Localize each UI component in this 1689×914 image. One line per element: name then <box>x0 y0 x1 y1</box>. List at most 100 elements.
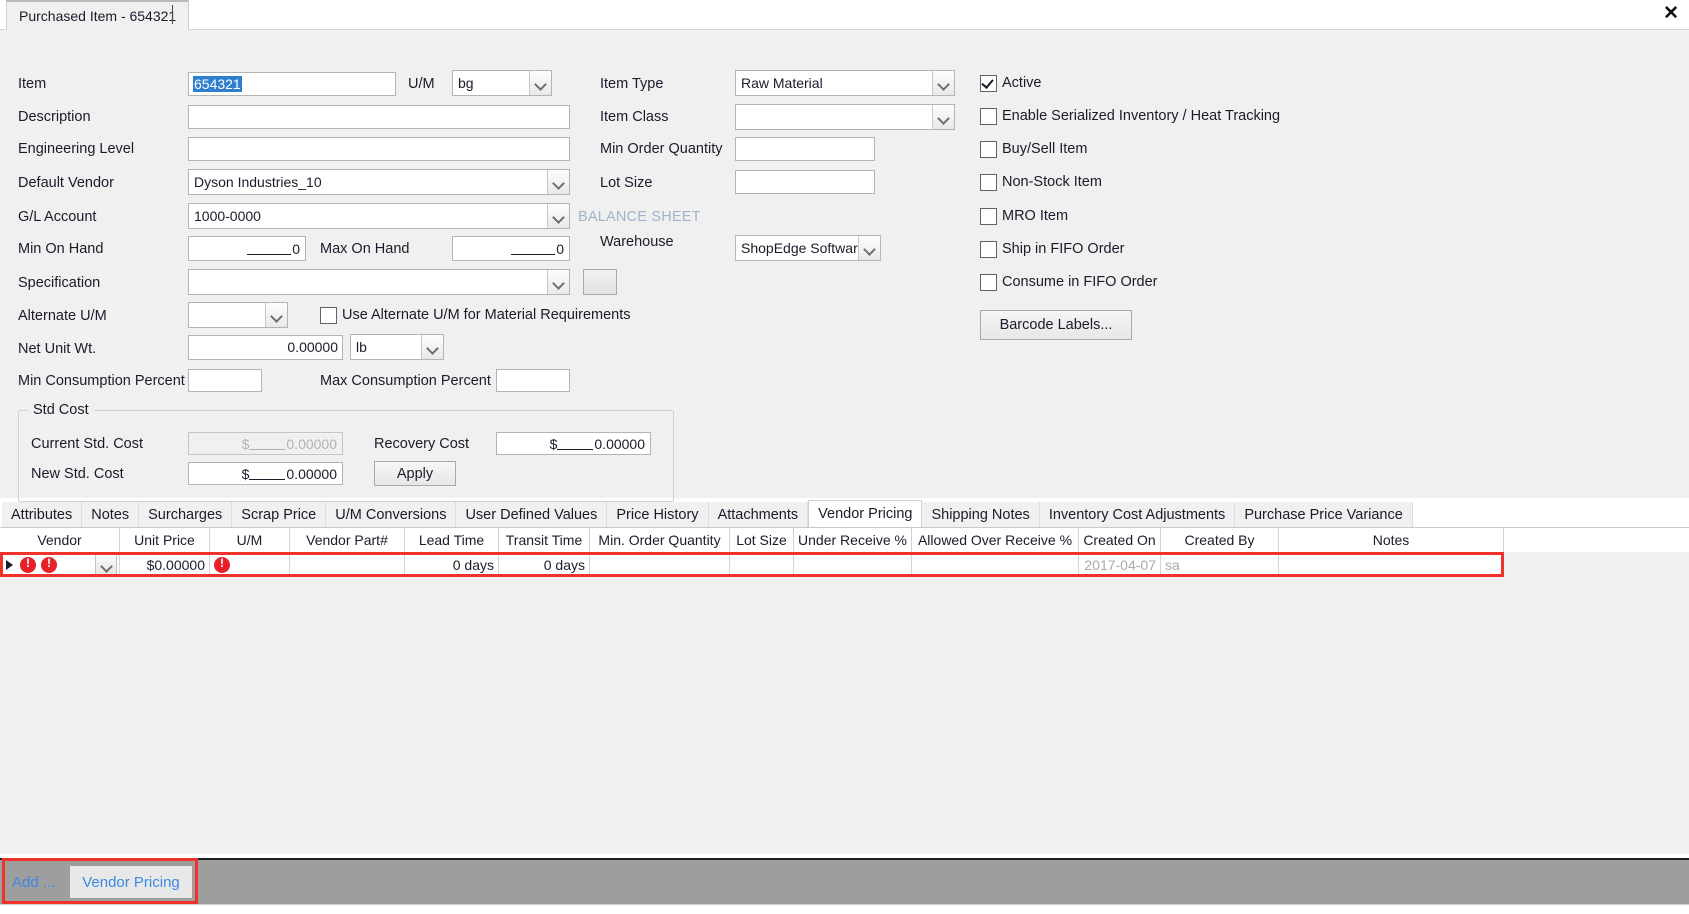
chevron-down-icon <box>932 105 954 129</box>
recovery-cost-input[interactable]: $ 0.00000 <box>496 432 651 455</box>
max-on-hand-input[interactable]: 0 <box>452 236 570 261</box>
default-vendor-select[interactable]: Dyson Industries_10 <box>188 169 570 195</box>
tab-um-conversions[interactable]: U/M Conversions <box>326 502 457 528</box>
new-std-cost-currency: $ <box>241 465 250 482</box>
col-header-created-on[interactable]: Created On <box>1079 528 1161 552</box>
cell-transit-time[interactable]: 0 days <box>499 552 590 577</box>
description-input[interactable] <box>188 105 570 129</box>
use-alternate-um-checkbox[interactable]: Use Alternate U/M for Material Requireme… <box>320 307 631 324</box>
col-header-min-order-quantity[interactable]: Min. Order Quantity <box>590 528 730 552</box>
tab-inventory-cost-adjustments[interactable]: Inventory Cost Adjustments <box>1039 502 1236 528</box>
col-header-lot-size[interactable]: Lot Size <box>730 528 794 552</box>
cell-vendor[interactable] <box>0 552 120 577</box>
checkbox-ship-in-fifo-order[interactable]: Ship in FIFO Order <box>980 241 1124 258</box>
alternate-um-select[interactable] <box>188 302 288 328</box>
footer-vendor-pricing-button[interactable]: Vendor Pricing <box>70 866 192 898</box>
net-unit-wt-input[interactable]: 0.00000 <box>188 335 343 360</box>
item-type-select[interactable]: Raw Material <box>735 70 955 96</box>
min-on-hand-input[interactable]: 0 <box>188 236 306 261</box>
warehouse-select[interactable]: ShopEdge Software <box>735 235 881 261</box>
lot-size-input[interactable] <box>735 170 875 194</box>
col-header-transit-time[interactable]: Transit Time <box>499 528 590 552</box>
cell-um[interactable] <box>210 552 290 577</box>
col-header-created-by[interactable]: Created By <box>1161 528 1279 552</box>
col-header-vendor[interactable]: Vendor <box>0 528 120 552</box>
item-class-select[interactable] <box>735 104 955 130</box>
cell-unit-price[interactable]: $0.00000 <box>120 552 210 577</box>
cell-min-order-quantity[interactable] <box>590 552 730 577</box>
cell-allowed-over-receive-pct[interactable] <box>912 552 1079 577</box>
min-consumption-percent-input[interactable] <box>188 369 262 392</box>
close-icon[interactable]: ✕ <box>1663 3 1679 25</box>
checkbox-non-stock-item[interactable]: Non-Stock Item <box>980 174 1102 191</box>
table-row[interactable]: $0.00000 0 days 0 days 2017-04-07 sa <box>0 552 1504 577</box>
label-min-on-hand: Min On Hand <box>18 241 104 257</box>
col-header-under-receive-pct[interactable]: Under Receive % <box>794 528 912 552</box>
vendor-dropdown-button[interactable] <box>95 553 117 576</box>
tab-price-history[interactable]: Price History <box>607 502 709 528</box>
specification-select[interactable] <box>188 269 570 295</box>
tab-surcharges[interactable]: Surcharges <box>139 502 233 528</box>
cell-lot-size[interactable] <box>730 552 794 577</box>
col-header-notes[interactable]: Notes <box>1279 528 1504 552</box>
chevron-down-icon <box>547 204 569 228</box>
document-tab-label: Purchased Item - 654321 <box>19 8 177 24</box>
tab-shipping-notes[interactable]: Shipping Notes <box>922 502 1040 528</box>
cell-created-on: 2017-04-07 <box>1079 552 1161 577</box>
checkbox-active[interactable]: Active <box>980 75 1042 92</box>
tab-attachments[interactable]: Attachments <box>708 502 809 528</box>
col-header-lead-time[interactable]: Lead Time <box>405 528 499 552</box>
tab-attributes[interactable]: Attributes <box>2 502 83 528</box>
grid-empty-area <box>0 577 1689 854</box>
new-std-cost-input[interactable]: $ 0.00000 <box>188 462 343 485</box>
checkbox-consume-in-fifo-order[interactable]: Consume in FIFO Order <box>980 274 1158 291</box>
tab-notes[interactable]: Notes <box>82 502 140 528</box>
specification-browse-button[interactable] <box>583 269 617 295</box>
checkbox-consume-in-fifo-order-label: Consume in FIFO Order <box>1002 274 1158 290</box>
document-tab[interactable]: Purchased Item - 654321 <box>6 0 190 30</box>
cell-notes[interactable] <box>1279 552 1504 577</box>
error-icon <box>20 556 36 573</box>
tab-vendor-pricing[interactable]: Vendor Pricing <box>808 500 923 528</box>
tab-attachments-label: Attachments <box>717 507 799 523</box>
net-unit-wt-um-select[interactable]: lb <box>350 334 444 360</box>
tab-purchase-price-variance[interactable]: Purchase Price Variance <box>1235 502 1413 528</box>
engineering-level-input[interactable] <box>188 137 570 161</box>
col-header-unit-price[interactable]: Unit Price <box>120 528 210 552</box>
new-std-cost-mask <box>249 467 286 480</box>
label-min-order-quantity: Min Order Quantity <box>600 141 723 157</box>
cell-under-receive-pct[interactable] <box>794 552 912 577</box>
add-link[interactable]: Add ... <box>12 874 55 891</box>
bottom-edge <box>0 904 1689 914</box>
tab-purchase-price-variance-label: Purchase Price Variance <box>1244 507 1403 523</box>
checkbox-enable-serialized-inventory[interactable]: Enable Serialized Inventory / Heat Track… <box>980 108 1280 125</box>
barcode-labels-button[interactable]: Barcode Labels... <box>980 310 1132 340</box>
apply-button[interactable]: Apply <box>374 461 456 486</box>
tab-surcharges-label: Surcharges <box>148 507 223 523</box>
checkbox-mro-item[interactable]: MRO Item <box>980 208 1068 225</box>
label-warehouse: Warehouse <box>600 234 674 250</box>
chevron-down-icon <box>547 170 569 194</box>
item-input[interactable]: 654321 <box>188 72 396 96</box>
max-consumption-percent-input[interactable] <box>496 369 570 392</box>
balance-sheet-label: BALANCE SHEET <box>578 209 701 225</box>
cell-lead-time[interactable]: 0 days <box>405 552 499 577</box>
col-header-um[interactable]: U/M <box>210 528 290 552</box>
tab-scrap-price[interactable]: Scrap Price <box>232 502 327 528</box>
label-min-consumption-percent: Min Consumption Percent <box>18 373 185 389</box>
label-net-unit-wt: Net Unit Wt. <box>18 341 97 357</box>
min-order-quantity-input[interactable] <box>735 137 875 161</box>
col-header-vendor-part[interactable]: Vendor Part# <box>290 528 405 552</box>
cell-vendor-part[interactable] <box>290 552 405 577</box>
um-select[interactable]: bg <box>452 70 552 96</box>
label-um: U/M <box>408 76 435 92</box>
checkbox-buy-sell-item[interactable]: Buy/Sell Item <box>980 141 1087 158</box>
label-alternate-um: Alternate U/M <box>18 308 107 324</box>
gl-account-select[interactable]: 1000-0000 <box>188 203 570 229</box>
col-header-allowed-over-receive[interactable]: Allowed Over Receive % <box>912 528 1079 552</box>
tab-attributes-label: Attributes <box>11 507 73 523</box>
current-std-cost-currency: $ <box>241 435 250 452</box>
label-lot-size: Lot Size <box>600 175 653 191</box>
current-std-cost-input: $ 0.00000 <box>188 432 343 455</box>
tab-user-defined-values[interactable]: User Defined Values <box>456 502 608 528</box>
